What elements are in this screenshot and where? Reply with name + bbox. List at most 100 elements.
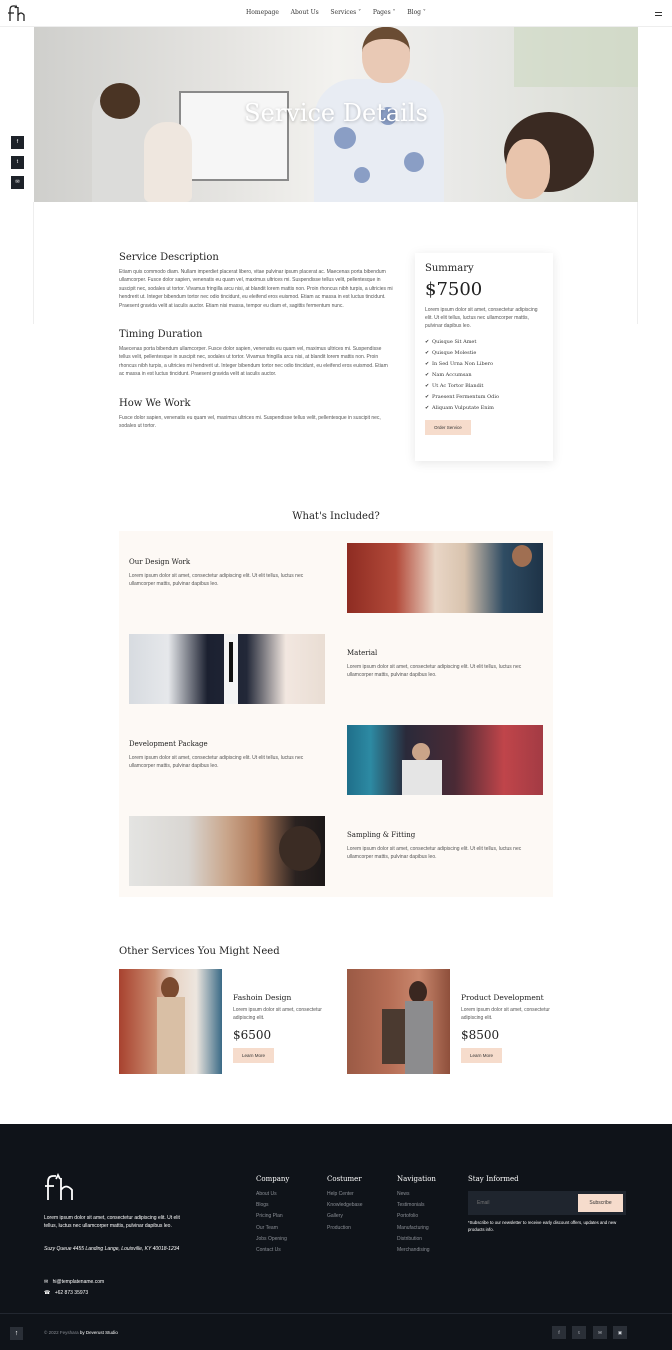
included-item: Development Package Lorem ipsum dolor si…	[129, 740, 325, 770]
check-icon: ✔	[425, 361, 430, 367]
footer-link[interactable]: Portofolio	[397, 1213, 436, 1224]
list-item: ✔ Nam Accumsan	[425, 372, 543, 383]
check-icon: ✔	[425, 405, 430, 411]
footer-link[interactable]: Blogs	[256, 1202, 289, 1213]
back-to-top-button[interactable]: ↑	[10, 1327, 23, 1340]
divider-line	[33, 202, 34, 324]
footer-link[interactable]: Knowledgebase	[327, 1202, 363, 1213]
image-detail	[405, 1001, 433, 1074]
main-nav: Homepage About Us Services ˅ Pages ˅ Blo…	[0, 9, 672, 16]
included-item-title: Our Design Work	[129, 558, 191, 566]
list-item-label: Praesent Fermentum Odio	[432, 394, 499, 400]
check-icon: ✔	[425, 394, 430, 400]
included-item-title: Material	[347, 649, 378, 657]
footer-link[interactable]: Contact Us	[256, 1247, 289, 1258]
list-item: ✔ Quisque Molestie	[425, 350, 543, 361]
footer-link[interactable]: Gallery	[327, 1213, 363, 1224]
service-price: $8500	[461, 1028, 500, 1043]
list-item: ✔ Praesent Fermentum Odio	[425, 394, 543, 405]
newsletter-title: Stay Informed	[468, 1175, 519, 1183]
service-name[interactable]: Fashoin Design	[233, 993, 333, 1002]
copyright-text: © 2022 Feyshara	[44, 1330, 79, 1335]
footer-link[interactable]: Our Team	[256, 1225, 289, 1236]
nav-pages[interactable]: Pages ˅	[373, 9, 396, 16]
footer-phone[interactable]: +62 873 35973	[55, 1290, 89, 1296]
image-detail	[409, 981, 427, 1003]
mail-icon[interactable]: ✉	[11, 176, 24, 189]
list-item-label: Ut Ac Tortor Blandit	[432, 383, 484, 389]
summary-text: Lorem ipsum dolor sit amet, consectetur …	[425, 307, 538, 329]
list-item: ✔ Aliquam Vulputate Enim	[425, 405, 543, 416]
nav-blog[interactable]: Blog ˅	[407, 9, 426, 16]
footer-link[interactable]: Jobs Opening	[256, 1236, 289, 1247]
facebook-icon[interactable]: f	[552, 1326, 566, 1339]
footer-link[interactable]: Help Center	[327, 1191, 363, 1202]
summary-price: $7500	[425, 279, 483, 300]
hero-photo-face-right	[506, 139, 550, 199]
twitter-icon[interactable]: t	[572, 1326, 586, 1339]
service-price: $6500	[233, 1028, 272, 1043]
menu-icon[interactable]	[655, 12, 662, 16]
learn-more-button[interactable]: Learn More	[461, 1048, 503, 1064]
nav-homepage[interactable]: Homepage	[246, 9, 279, 16]
material-image	[129, 634, 325, 704]
hero-photo-head-center	[362, 27, 410, 83]
how-title: How We Work	[119, 398, 191, 409]
how-we-work: How We Work Fusce dolor sapien, venenati…	[119, 398, 393, 431]
included-item-title: Development Package	[129, 740, 208, 748]
included-item-text: Lorem ipsum dolor sit amet, consectetur …	[129, 755, 304, 769]
footer-link[interactable]: Pricing Plan	[256, 1213, 289, 1224]
image-detail	[512, 545, 532, 567]
included-item-text: Lorem ipsum dolor sit amet, consectetur …	[347, 664, 522, 678]
mail-icon[interactable]: ✉	[593, 1326, 607, 1339]
subscribe-button[interactable]: Subscribe	[578, 1194, 623, 1212]
column-title: Navigation	[397, 1175, 436, 1183]
footer-column-company: Company About Us Blogs Pricing Plan Our …	[256, 1175, 289, 1258]
fashion-design-image[interactable]	[119, 969, 222, 1074]
included-title: What's Included?	[292, 511, 380, 522]
instagram-icon[interactable]: ▣	[613, 1326, 627, 1339]
email-input[interactable]	[468, 1191, 578, 1215]
timing-title: Timing Duration	[119, 329, 203, 340]
footer-link[interactable]: Merchandising	[397, 1247, 436, 1258]
footer-link[interactable]: Production	[327, 1225, 363, 1236]
footer-logo[interactable]	[44, 1172, 78, 1202]
timing-text: Maecenas porta bibendum ullamcorper. Fus…	[119, 346, 388, 378]
check-icon: ✔	[425, 339, 430, 345]
footer-link[interactable]: About Us	[256, 1191, 289, 1202]
service-name[interactable]: Product Development	[461, 993, 561, 1002]
footer: Lorem ipsum dolor sit amet, consectetur …	[0, 1124, 672, 1350]
learn-more-button[interactable]: Learn More	[233, 1048, 275, 1064]
facebook-icon[interactable]: f	[11, 136, 24, 149]
image-detail	[229, 642, 233, 682]
studio-credit[interactable]: by Deverust Studio	[80, 1330, 118, 1335]
check-icon: ✔	[425, 350, 430, 356]
footer-divider	[0, 1313, 672, 1314]
hero-photo-mannequin	[144, 122, 192, 202]
order-service-button[interactable]: Order Service	[425, 420, 471, 435]
twitter-icon[interactable]: t	[11, 156, 24, 169]
image-detail	[157, 997, 185, 1074]
image-detail	[402, 760, 442, 795]
top-header: Homepage About Us Services ˅ Pages ˅ Blo…	[0, 0, 672, 27]
nav-services[interactable]: Services ˅	[330, 9, 361, 16]
nav-about-us[interactable]: About Us	[291, 9, 319, 16]
footer-column-costumer: Costumer Help Center Knowledgebase Galle…	[327, 1175, 363, 1236]
footer-link[interactable]: Testimonials	[397, 1202, 436, 1213]
footer-link[interactable]: Distribution	[397, 1236, 436, 1247]
product-development-image[interactable]	[347, 969, 450, 1074]
list-item-label: Quisque Sit Amet	[432, 339, 477, 345]
footer-link[interactable]: News	[397, 1191, 436, 1202]
service-card-info: Product Development Lorem ipsum dolor si…	[461, 993, 561, 1064]
hero-photo-pattern	[404, 152, 424, 172]
hero-photo-backdrop	[514, 27, 638, 87]
newsletter-note: *Subscribe to our newsletter to receive …	[468, 1220, 617, 1232]
list-item-label: In Sed Urna Non Libero	[432, 361, 494, 367]
footer-phone-row: ☎ +62 873 35973	[44, 1281, 88, 1299]
footer-link[interactable]: Manufacturing	[397, 1225, 436, 1236]
included-item: Our Design Work Lorem ipsum dolor sit am…	[129, 558, 325, 588]
summary-card: Summary $7500 Lorem ipsum dolor sit amet…	[415, 253, 553, 461]
included-item-title: Sampling & Fitting	[347, 831, 416, 839]
included-item-text: Lorem ipsum dolor sit amet, consectetur …	[129, 573, 304, 587]
how-text: Fusce dolor sapien, venenatis eu quam ve…	[119, 415, 381, 430]
